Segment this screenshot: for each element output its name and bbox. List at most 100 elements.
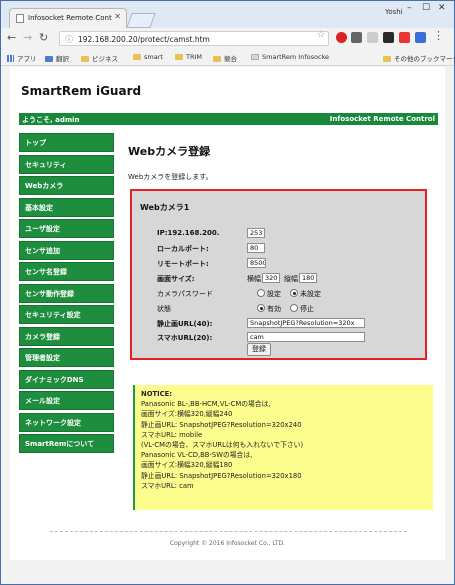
menu-icon[interactable]: ⋮ — [433, 29, 444, 42]
camera-form: Webカメラ1 IP:192.168.200. 253 ローカルポート: 80 … — [130, 189, 427, 360]
sidebar-item-network-settings[interactable]: ネットワーク設定 — [19, 412, 114, 432]
notice-line: スマホURL: cam — [141, 481, 194, 490]
back-arrow-icon[interactable]: ← — [7, 31, 16, 44]
sidebar-item-camera-register[interactable]: カメラ登録 — [19, 326, 114, 346]
password-unset-radio[interactable]: 未設定 — [290, 289, 321, 299]
folder-icon — [383, 56, 391, 62]
sidebar-item-security[interactable]: セキュリティ — [19, 154, 114, 174]
brand-text: Infosocket Remote Control — [329, 115, 435, 123]
notice-line: Panasonic VL-CD,BB-SWの場合は, — [141, 451, 253, 460]
tab-bar: Infosocket Remote Contr ✕ Yoshi – ☐ ✕ — [1, 1, 454, 29]
bookmark-smartrem[interactable]: SmartRem Infosocke — [251, 53, 329, 61]
info-icon[interactable]: ⓘ — [65, 34, 73, 45]
mobile-url-label: スマホURL(20): — [157, 334, 213, 342]
bookmark-business[interactable]: ビジネス — [81, 53, 118, 63]
notice-box: NOTICE: Panasonic BL-,BB-HCM,VL-CMの場合は, … — [133, 385, 433, 510]
page-title: Webカメラ登録 — [128, 145, 211, 158]
password-set-radio[interactable]: 設定 — [257, 289, 281, 299]
tab-title: Infosocket Remote Contr — [28, 14, 112, 22]
width-input[interactable]: 320 — [262, 273, 280, 283]
screen-size-label: 画面サイズ: — [157, 275, 195, 283]
local-port-input[interactable]: 80 — [247, 243, 265, 253]
web-page: SmartRem iGuard ようこそ, admin Infosocket R… — [10, 67, 445, 560]
sidebar-menu: トップ セキュリティ Webカメラ 基本設定 ユーザ設定 センサ追加 センサ名登… — [19, 133, 114, 456]
sidebar-item-top[interactable]: トップ — [19, 133, 114, 152]
camera-password-label: カメラパスワード — [157, 290, 213, 298]
footer-divider — [50, 531, 407, 532]
extension-amazon-icon[interactable] — [383, 32, 394, 43]
ip-label: IP:192.168.200. — [157, 229, 220, 237]
notice-line: (VL-CMの場合、スマホURLは何も入れないで下さい) — [141, 441, 304, 450]
sidebar-item-basic-settings[interactable]: 基本設定 — [19, 197, 114, 217]
sidebar-item-sensor-action[interactable]: センサ動作登録 — [19, 283, 114, 303]
width-label: 横幅 — [247, 275, 261, 283]
extension-blue-icon[interactable] — [415, 32, 426, 43]
bookmark-trim[interactable]: TRIM — [175, 53, 202, 61]
folder-icon — [175, 54, 183, 60]
state-enabled-radio[interactable]: 有効 — [257, 304, 281, 314]
still-url-input[interactable]: SnapshotJPEG?Resolution=320x — [247, 318, 365, 328]
radio-icon — [257, 289, 265, 297]
browser-tab[interactable]: Infosocket Remote Contr ✕ — [9, 8, 127, 29]
extension-mail-icon[interactable] — [399, 32, 410, 43]
folder-icon — [81, 56, 89, 62]
state-stopped-radio[interactable]: 停止 — [290, 304, 314, 314]
state-label: 状態 — [157, 305, 171, 313]
still-url-label: 静止画URL(40): — [157, 320, 213, 328]
bookmark-star-icon[interactable]: ☆ — [317, 30, 325, 40]
height-label: 縦幅 — [284, 275, 298, 283]
bookmark-competitors[interactable]: 競合 — [213, 53, 237, 63]
minimize-icon[interactable]: – — [407, 3, 412, 13]
page-description: Webカメラを登録します。 — [128, 173, 213, 181]
bookmark-translate[interactable]: 翻訳 — [45, 53, 69, 63]
sidebar-item-dynamic-dns[interactable]: ダイナミックDNS — [19, 369, 114, 389]
forward-arrow-icon[interactable]: → — [23, 31, 32, 44]
sidebar-item-sensor-name[interactable]: センサ名登録 — [19, 262, 114, 281]
sidebar-item-security-settings[interactable]: セキュリティ設定 — [19, 305, 114, 324]
notice-line: 画面サイズ:横幅320,縦幅180 — [141, 461, 233, 470]
sidebar-item-mail-settings[interactable]: メール設定 — [19, 391, 114, 410]
camera-heading: Webカメラ1 — [140, 203, 190, 212]
bookmark-other[interactable]: その他のブックマーク — [383, 53, 455, 63]
sidebar-item-user-settings[interactable]: ユーザ設定 — [19, 219, 114, 238]
close-tab-icon[interactable]: ✕ — [114, 12, 121, 21]
radio-selected-icon — [290, 289, 298, 297]
bookmark-smart[interactable]: smart — [133, 53, 163, 61]
folder-icon — [213, 56, 221, 62]
close-window-icon[interactable]: ✕ — [438, 3, 446, 13]
sidebar-item-admin-settings[interactable]: 管理者設定 — [19, 348, 114, 367]
translate-icon — [45, 56, 53, 62]
page-icon — [16, 14, 24, 23]
maximize-icon[interactable]: ☐ — [422, 3, 430, 13]
extension-dark-icon[interactable] — [351, 32, 362, 43]
site-logo: SmartRem iGuard — [21, 84, 142, 98]
notice-line: スマホURL: mobile — [141, 430, 203, 439]
profile-name[interactable]: Yoshi — [385, 8, 403, 16]
apps-icon — [7, 55, 14, 62]
notice-title: NOTICE: — [141, 390, 172, 398]
height-input[interactable]: 180 — [299, 273, 317, 283]
notice-line: 静止画URL: SnapshotJPEG?Resolution=320x240 — [141, 420, 302, 429]
new-tab-button[interactable] — [126, 13, 156, 28]
extension-download-icon[interactable] — [367, 32, 378, 43]
ip-input[interactable]: 253 — [247, 228, 265, 238]
sidebar-item-about[interactable]: SmartRemについて — [19, 434, 114, 453]
bookmark-apps[interactable]: アプリ — [7, 53, 37, 63]
remote-port-input[interactable]: 8500 — [247, 258, 266, 268]
remote-port-label: リモートポート: — [157, 260, 209, 268]
register-button[interactable]: 登録 — [247, 343, 271, 356]
sidebar-item-webcam[interactable]: Webカメラ — [19, 176, 114, 195]
sidebar-item-add-sensor[interactable]: センサ追加 — [19, 240, 114, 260]
notice-line: 静止画URL: SnapshotJPEG?Resolution=320x180 — [141, 471, 302, 480]
radio-icon — [290, 304, 298, 312]
header-bar: ようこそ, admin Infosocket Remote Control — [19, 113, 438, 125]
browser-window: Infosocket Remote Contr ✕ Yoshi – ☐ ✕ ← … — [0, 0, 455, 585]
local-port-label: ローカルポート: — [157, 245, 209, 253]
welcome-text: ようこそ, admin — [22, 116, 80, 124]
address-bar[interactable]: ⓘ 192.168.200.20/protect/camst.htm — [59, 31, 329, 46]
radio-selected-icon — [257, 304, 265, 312]
reload-icon[interactable]: ↻ — [39, 31, 48, 44]
extension-red-icon[interactable] — [336, 32, 347, 43]
notice-line: 画面サイズ:横幅320,縦幅240 — [141, 410, 233, 419]
mobile-url-input[interactable]: cam — [247, 332, 365, 342]
